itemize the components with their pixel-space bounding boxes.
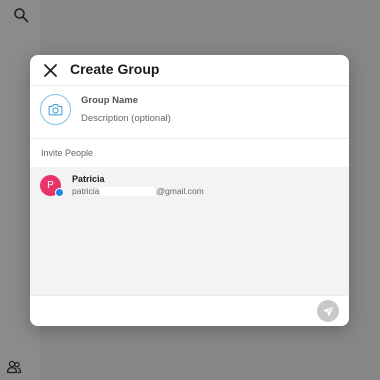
people-list: P Patricia patricia @gmail.com (30, 167, 349, 295)
search-icon[interactable] (10, 4, 32, 26)
person-name: Patricia (72, 174, 105, 184)
email-domain: @gmail.com (156, 186, 204, 196)
person-email: patricia @gmail.com (72, 186, 204, 197)
send-icon[interactable] (317, 300, 339, 322)
close-icon[interactable] (41, 61, 59, 79)
invite-people-label: Invite People (41, 148, 94, 158)
dialog-header: Create Group (30, 55, 349, 86)
group-info-section (30, 86, 349, 139)
camera-icon[interactable] (40, 94, 71, 125)
create-group-dialog: Create Group Invite People P Patricia pa… (30, 55, 349, 326)
dialog-footer (30, 295, 349, 326)
group-name-input[interactable] (81, 93, 331, 107)
dialog-title: Create Group (70, 61, 160, 77)
contacts-icon[interactable] (3, 356, 25, 378)
description-input[interactable] (81, 111, 331, 125)
email-prefix: patricia (72, 186, 100, 196)
status-badge (55, 188, 64, 197)
email-redaction (100, 187, 156, 197)
list-item[interactable]: P Patricia patricia @gmail.com (30, 167, 349, 203)
